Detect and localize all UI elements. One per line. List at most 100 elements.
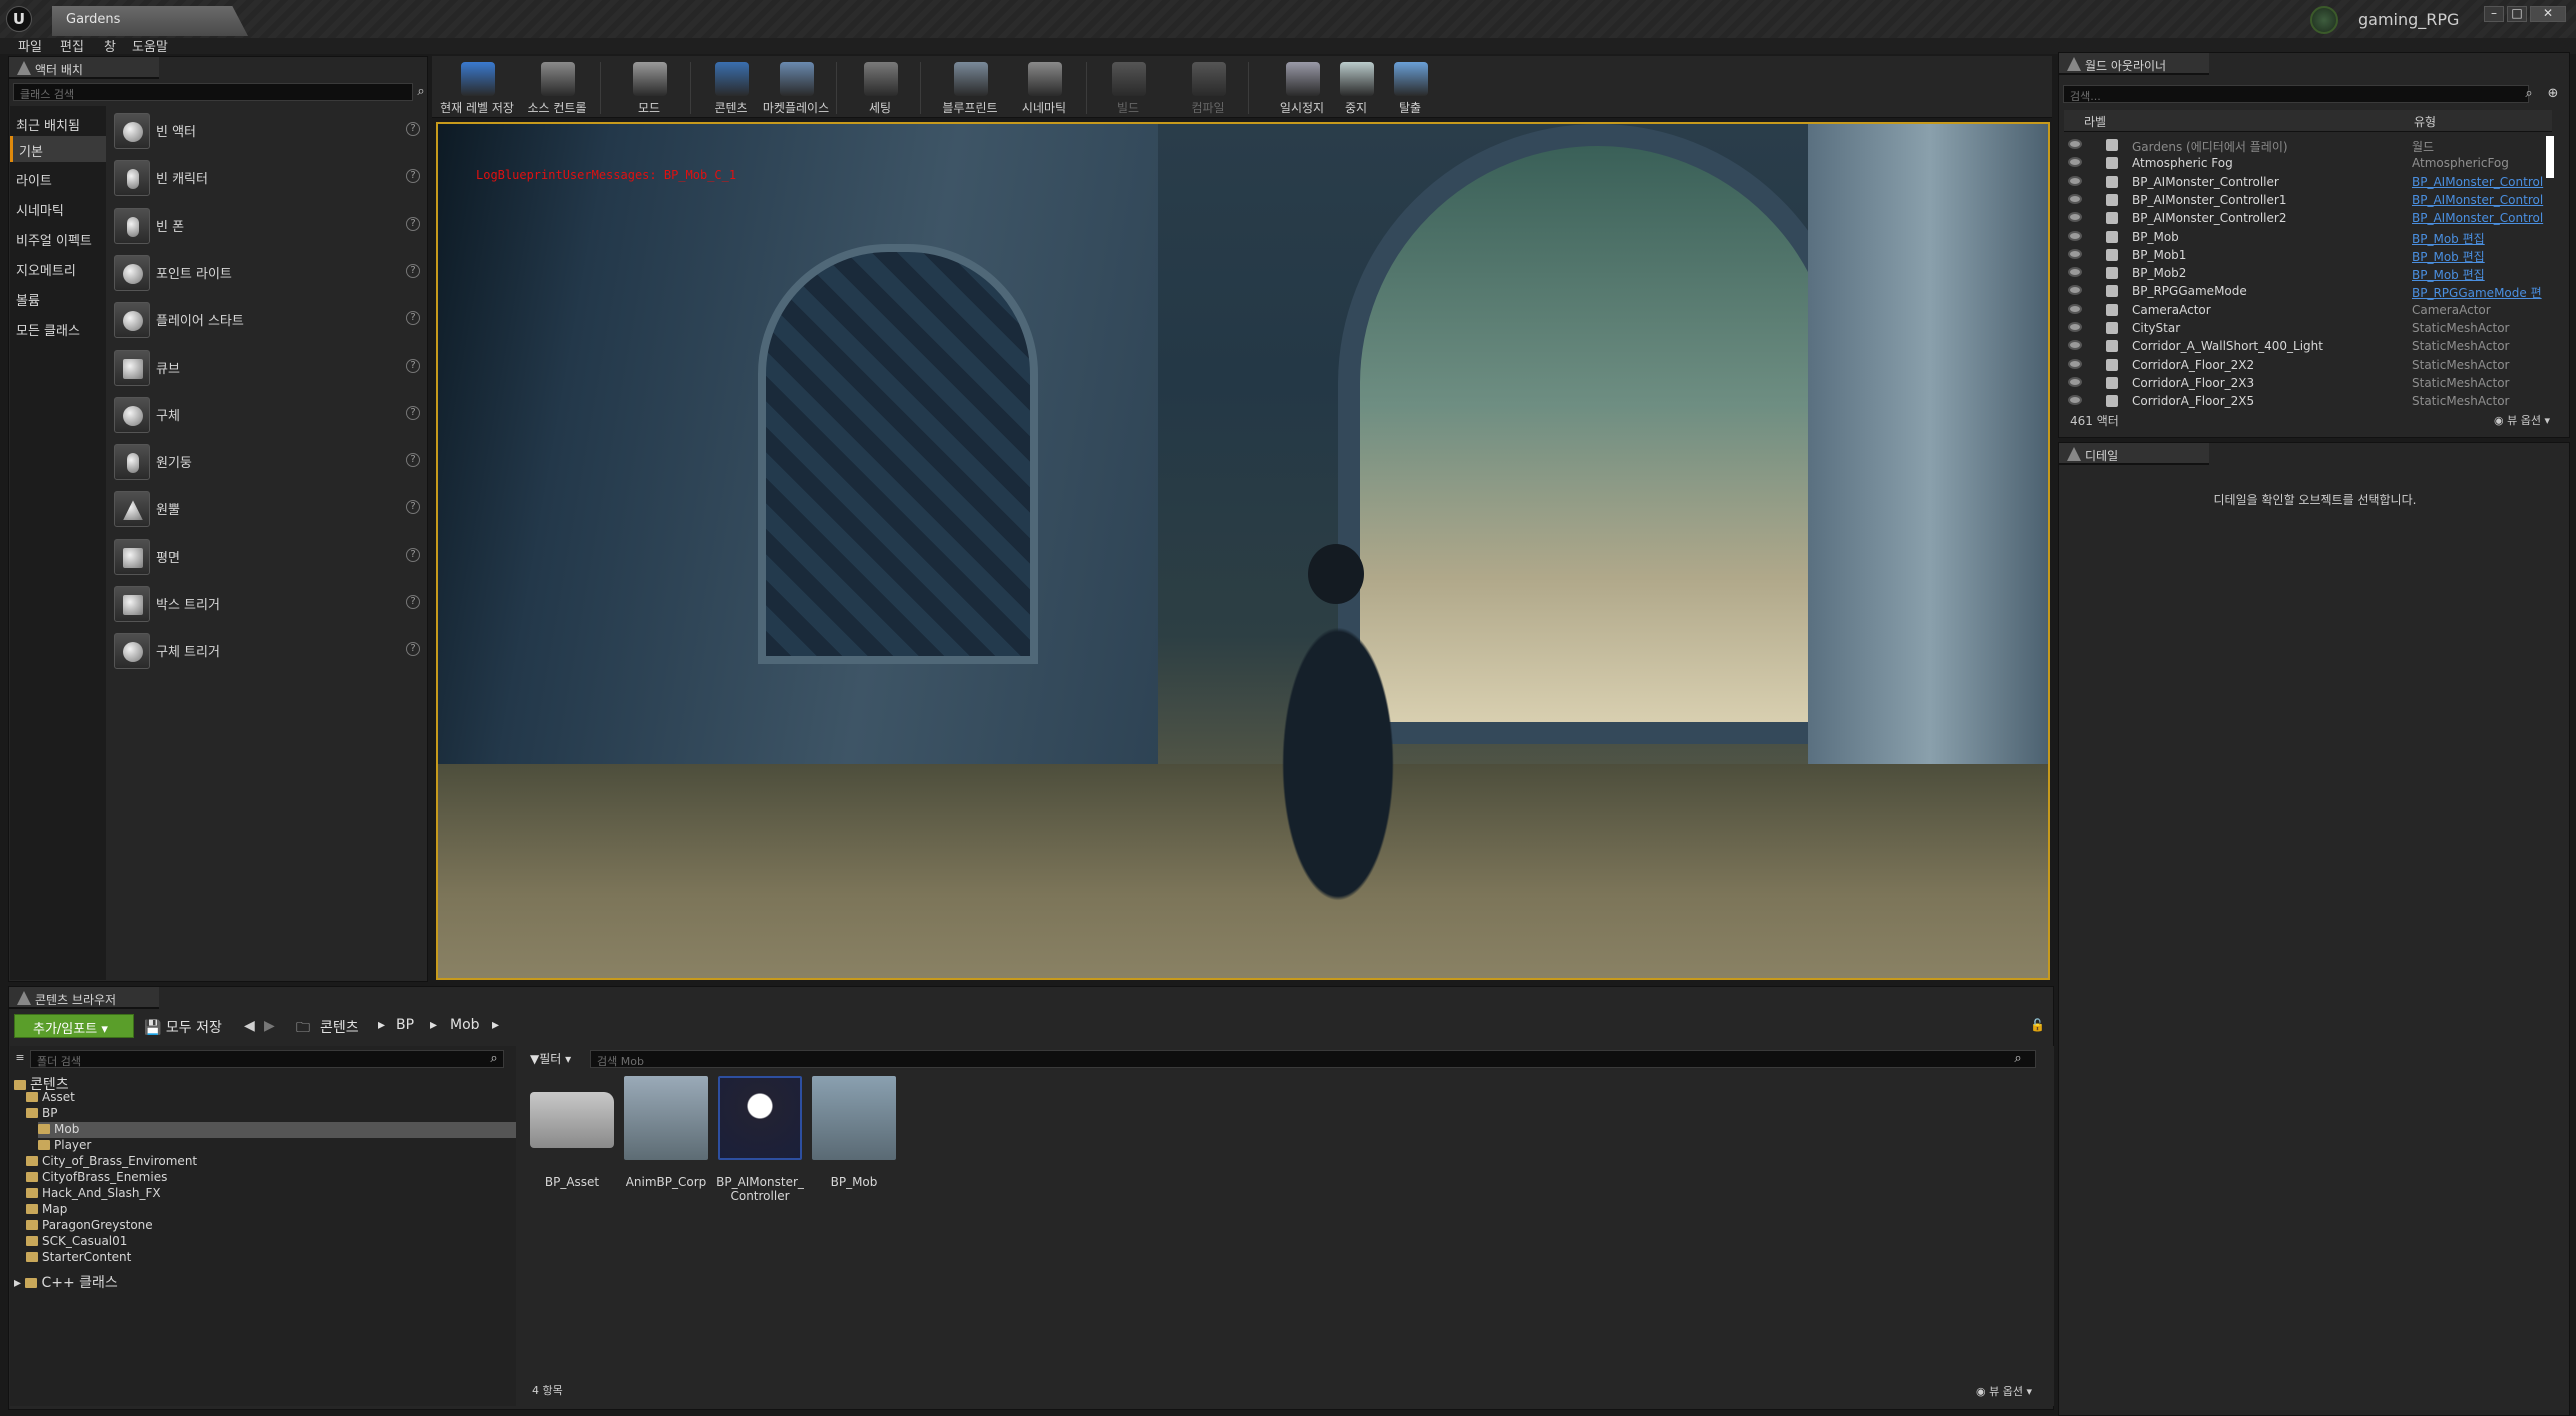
outliner-row[interactable]: CorridorA_Floor_2X5 StaticMeshActor <box>2064 392 2550 411</box>
actor-item[interactable]: 빈 폰? <box>110 203 426 245</box>
search-icon[interactable]: ⌕ <box>2010 1051 2026 1067</box>
folder-tree-item[interactable]: SCK_Casual01 <box>26 1234 127 1250</box>
folder-tree-item[interactable]: StarterContent <box>26 1250 131 1266</box>
visibility-eye-icon[interactable] <box>2068 303 2082 314</box>
toolbar-button[interactable]: 소스 컨트롤 <box>517 58 597 118</box>
menu-help[interactable]: 도움말 <box>132 36 168 55</box>
visibility-eye-icon[interactable] <box>2068 376 2082 387</box>
actor-item[interactable]: 원뿔? <box>110 486 426 528</box>
folder-tree-item[interactable]: CityofBrass_Enemies <box>26 1170 167 1186</box>
toolbar-button[interactable]: 탈출 <box>1370 58 1450 118</box>
category-volumes[interactable]: 볼륨 <box>10 285 106 311</box>
actor-item[interactable]: 큐브? <box>110 345 426 387</box>
category-all-classes[interactable]: 모든 클래스 <box>10 315 106 341</box>
menu-edit[interactable]: 편집 <box>60 36 84 55</box>
visibility-eye-icon[interactable] <box>2068 139 2082 149</box>
folder-tree-item[interactable]: Hack_And_Slash_FX <box>26 1186 161 1202</box>
cpp-classes-folder[interactable]: ▸ C++ 클래스 <box>14 1272 118 1291</box>
edit-blueprint-link[interactable]: BP_AIMonster_Control <box>2412 211 2543 225</box>
category-visual-effects[interactable]: 비주얼 이펙트 <box>10 225 106 251</box>
visibility-eye-icon[interactable] <box>2068 358 2082 369</box>
visibility-eye-icon[interactable] <box>2068 340 2082 351</box>
outliner-row[interactable]: BP_Mob2 BP_Mob 편집 <box>2064 264 2550 283</box>
edit-blueprint-link[interactable]: BP_Mob 편집 <box>2412 266 2485 283</box>
search-icon[interactable]: ⌕ <box>486 1051 502 1067</box>
visibility-eye-icon[interactable] <box>2068 212 2082 223</box>
folder-tree-item[interactable]: Mob <box>38 1122 516 1138</box>
visibility-eye-icon[interactable] <box>2068 285 2082 296</box>
view-options-button[interactable]: ◉ 뷰 옵션 ▾ <box>2494 412 2550 428</box>
help-icon[interactable]: ? <box>406 547 420 562</box>
outliner-row[interactable]: BP_AIMonster_Controller BP_AIMonster_Cont… <box>2064 173 2550 192</box>
folder-search-input[interactable]: 폴더 검색 <box>30 1050 504 1068</box>
outliner-row[interactable]: CameraActor CameraActor <box>2064 301 2550 320</box>
toolbar-button[interactable]: 현재 레벨 저장 <box>437 58 517 118</box>
minimize-button[interactable]: – <box>2484 6 2504 22</box>
outliner-scrollbar[interactable] <box>2546 136 2554 178</box>
outliner-row[interactable]: BP_Mob1 BP_Mob 편집 <box>2064 246 2550 265</box>
help-icon[interactable]: ? <box>406 642 420 657</box>
breadcrumb-mob[interactable]: Mob <box>450 1017 480 1033</box>
category-recent[interactable]: 최근 배치됨 <box>10 110 106 136</box>
toolbar-button[interactable]: 세팅 <box>840 58 920 118</box>
outliner-row[interactable]: CorridorA_Floor_2X3 StaticMeshActor <box>2064 374 2550 393</box>
back-arrow-icon[interactable]: ◀ <box>244 1018 255 1034</box>
breadcrumb-content[interactable]: 콘텐츠 <box>320 1017 359 1037</box>
folder-tree-item[interactable]: BP <box>26 1106 57 1122</box>
world-outliner-tab[interactable]: 월드 아웃라이너 <box>2059 53 2209 75</box>
help-icon[interactable]: ? <box>406 595 420 609</box>
folder-tree-item[interactable]: ParagonGreystone <box>26 1218 153 1234</box>
asset-search-input[interactable]: 검색 Mob <box>590 1050 2036 1068</box>
category-geometry[interactable]: 지오메트리 <box>10 255 106 281</box>
class-search-input[interactable]: 클래스 검색 <box>13 83 413 101</box>
category-cinematic[interactable]: 시네마틱 <box>10 195 106 221</box>
edit-blueprint-link[interactable]: BP_Mob 편집 <box>2412 230 2485 247</box>
outliner-row[interactable]: BP_AIMonster_Controller1 BP_AIMonster_Con… <box>2064 191 2550 210</box>
place-actors-tab[interactable]: 액터 배치 <box>9 57 159 79</box>
view-options-button[interactable]: ◉ 뷰 옵션 ▾ <box>1976 1383 2032 1399</box>
outliner-row[interactable]: CorridorA_Floor_2X2 StaticMeshActor <box>2064 356 2550 375</box>
folder-tree-item[interactable]: Player <box>38 1138 91 1154</box>
filter-button[interactable]: ▼필터 ▾ <box>530 1050 571 1067</box>
search-icon[interactable]: ⌕ <box>413 84 429 100</box>
toolbar-button[interactable]: 컴파일 <box>1168 58 1248 118</box>
actor-item[interactable]: 평면? <box>110 534 426 576</box>
folder-tree-item[interactable]: Map <box>26 1202 67 1218</box>
edit-blueprint-link[interactable]: BP_AIMonster_Control <box>2412 193 2543 207</box>
help-icon[interactable]: ? <box>406 122 420 136</box>
menu-window[interactable]: 창 <box>104 36 116 55</box>
asset-tile[interactable]: BP_AIMonster_ Controller <box>716 1076 804 1203</box>
actor-item[interactable]: 빈 캐릭터? <box>110 155 426 197</box>
add-import-button[interactable]: 추가/임포트 ▾ <box>14 1014 134 1038</box>
actor-item[interactable]: 플레이어 스타트? <box>110 297 426 339</box>
column-label[interactable]: 라벨 <box>2084 113 2106 130</box>
edit-blueprint-link[interactable]: BP_AIMonster_Control <box>2412 175 2543 189</box>
help-icon[interactable]: ? <box>406 500 420 515</box>
visibility-eye-icon[interactable] <box>2068 267 2082 278</box>
visibility-eye-icon[interactable] <box>2068 175 2082 186</box>
help-icon[interactable]: ? <box>406 311 420 326</box>
folder-tree-item[interactable]: Asset <box>26 1090 75 1106</box>
breadcrumb-bp[interactable]: BP <box>396 1017 414 1033</box>
sources-toggle-icon[interactable]: ≡ <box>12 1051 28 1067</box>
outliner-row[interactable]: Gardens (에디터에서 플레이) 월드 <box>2064 136 2550 155</box>
maximize-button[interactable]: □ <box>2507 6 2527 22</box>
visibility-eye-icon[interactable] <box>2068 395 2082 406</box>
asset-tile[interactable]: BP_Asset <box>528 1076 616 1196</box>
help-icon[interactable]: ? <box>406 405 420 420</box>
content-browser-tab[interactable]: 콘텐츠 브라우저 <box>9 987 159 1009</box>
forward-arrow-icon[interactable]: ▶ <box>264 1018 275 1034</box>
unreal-logo-icon[interactable]: U <box>6 6 32 32</box>
folder-tree-item[interactable]: City_of_Brass_Enviroment <box>26 1154 197 1170</box>
help-icon[interactable]: ? <box>406 453 420 468</box>
asset-tile[interactable]: AnimBP_Corp <box>622 1076 710 1196</box>
category-basic[interactable]: 기본 <box>10 136 106 162</box>
toolbar-button[interactable]: 블루프린트 <box>930 58 1010 118</box>
actor-item[interactable]: 구체? <box>110 392 426 434</box>
toolbar-button[interactable]: 마켓플레이스 <box>756 58 836 118</box>
outliner-row[interactable]: BP_Mob BP_Mob 편집 <box>2064 228 2550 247</box>
category-lights[interactable]: 라이트 <box>10 165 106 191</box>
toolbar-button[interactable]: 모드 <box>609 58 689 118</box>
actor-item[interactable]: 포인트 라이트? <box>110 250 426 292</box>
outliner-row[interactable]: CityStar StaticMeshActor <box>2064 319 2550 338</box>
